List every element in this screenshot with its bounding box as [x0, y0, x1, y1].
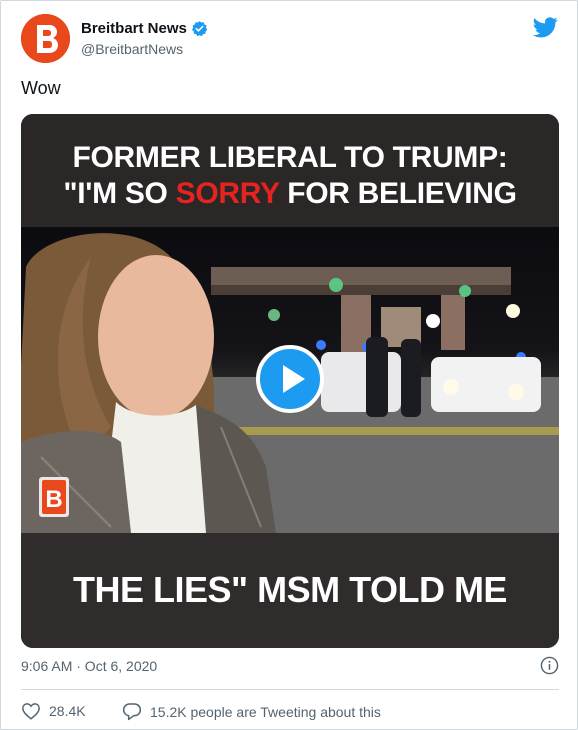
info-icon[interactable] [540, 656, 559, 675]
caption-line-2: "I'M SO SORRY FOR BELIEVING [21, 177, 559, 211]
tweeting-about-text: 15.2K people are Tweeting about this [150, 703, 381, 720]
play-button[interactable] [256, 345, 324, 413]
video-top-caption: FORMER LIBERAL TO TRUMP: "I'M SO SORRY F… [21, 114, 559, 227]
twitter-bird-icon[interactable] [533, 17, 558, 38]
caption-bottom: THE LIES" MSM TOLD ME [73, 569, 507, 610]
breitbart-badge-icon: B [39, 477, 69, 517]
tweet-card: Breitbart News @BreitbartNews Wow FORMER… [0, 0, 578, 730]
caption-line-1: FORMER LIBERAL TO TRUMP: [72, 141, 508, 174]
tweet-timestamp[interactable]: 9:06 AM · Oct 6, 2020 [21, 658, 157, 674]
author-name-row[interactable]: Breitbart News [81, 20, 208, 37]
verified-icon [191, 21, 208, 37]
caption-highlight: SORRY [175, 177, 280, 210]
video-player[interactable]: FORMER LIBERAL TO TRUMP: "I'M SO SORRY F… [21, 114, 559, 648]
reply-icon [122, 703, 142, 721]
like-count: 28.4K [49, 703, 86, 719]
author-handle[interactable]: @BreitbartNews [81, 41, 183, 57]
heart-icon [22, 703, 40, 720]
tweeting-about-link[interactable]: 15.2K people are Tweeting about this [122, 702, 381, 721]
video-bottom-caption: THE LIES" MSM TOLD ME [21, 533, 559, 648]
play-icon [283, 365, 305, 393]
tweet-text: Wow [21, 78, 61, 98]
caption-line-2-start: "I'M SO [63, 177, 176, 210]
avatar-logo-icon [21, 14, 70, 63]
divider [21, 689, 559, 690]
avatar[interactable] [21, 14, 70, 63]
svg-text:B: B [45, 486, 62, 513]
like-button[interactable]: 28.4K [21, 702, 86, 720]
caption-line-2-end: FOR BELIEVING [279, 177, 517, 210]
author-name[interactable]: Breitbart News [81, 20, 187, 37]
